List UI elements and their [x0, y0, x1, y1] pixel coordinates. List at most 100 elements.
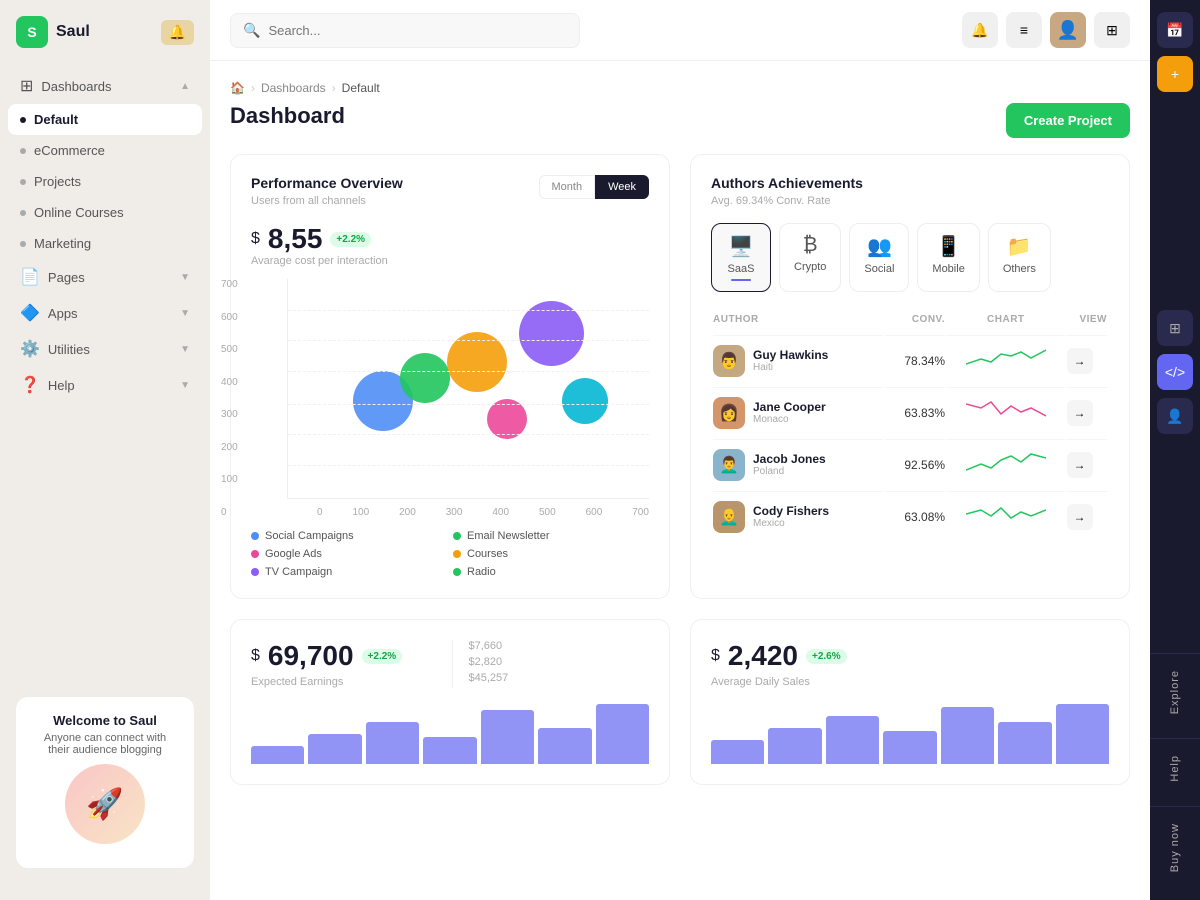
sidebar-item-projects[interactable]: Projects — [8, 166, 202, 197]
col-author: AUTHOR — [713, 310, 883, 333]
tab-saas[interactable]: 🖥️ SaaS — [711, 223, 771, 292]
sidebar-item-label: Help — [48, 378, 75, 393]
sidebar-item-utilities[interactable]: ⚙️ Utilities ▼ — [8, 331, 202, 367]
sidebar-item-pages[interactable]: 📄 Pages ▼ — [8, 259, 202, 295]
author-conv-2: 63.83% — [885, 387, 945, 437]
daily-bar-3 — [826, 716, 879, 764]
month-toggle[interactable]: Month — [539, 175, 596, 199]
chart-container: 7006005004003002001000 — [251, 279, 649, 518]
explore-section: Explore — [1150, 653, 1200, 730]
chevron-icon: ▼ — [180, 344, 190, 355]
dot-icon — [20, 148, 26, 154]
author-conv-1: 78.34% — [885, 335, 945, 385]
sidebar-item-label: Pages — [48, 270, 85, 285]
chevron-icon: ▼ — [180, 308, 190, 319]
week-toggle[interactable]: Week — [595, 175, 649, 199]
topbar-right: 🔔 ≡ 👤 ⊞ — [962, 12, 1130, 48]
view-button-2[interactable]: → — [1067, 400, 1093, 426]
bubble-5 — [519, 301, 584, 366]
back-button[interactable]: 🔔 — [161, 20, 194, 45]
author-avatar-2: 👩 — [713, 397, 745, 429]
create-project-button[interactable]: Create Project — [1006, 103, 1130, 138]
mini-chart-4 — [966, 500, 1046, 530]
brand-name: Saul — [56, 23, 90, 41]
home-icon: 🏠 — [230, 81, 245, 95]
legend-radio: Radio — [453, 566, 649, 578]
sidebar-item-online-courses[interactable]: Online Courses — [8, 197, 202, 228]
author-avatar-1: 👨 — [713, 345, 745, 377]
author-avatar-4: 👨‍🦲 — [713, 501, 745, 533]
author-country-1: Haiti — [753, 362, 828, 373]
dot-icon — [20, 241, 26, 247]
grid-button[interactable]: ⊞ — [1094, 12, 1130, 48]
y-axis: 7006005004003002001000 — [221, 279, 238, 518]
tab-crypto[interactable]: ₿ Crypto — [779, 223, 841, 292]
notifications-button[interactable]: 🔔 — [962, 12, 998, 48]
author-row-3: 👨‍🦱 Jacob Jones Poland 92.56% — [713, 439, 1107, 489]
mobile-icon: 📱 — [936, 234, 961, 259]
sidebar-item-ecommerce[interactable]: eCommerce — [8, 135, 202, 166]
view-button-3[interactable]: → — [1067, 452, 1093, 478]
author-row-1: 👨 Guy Hawkins Haiti 78.34% — [713, 335, 1107, 385]
breadcrumb-dashboards[interactable]: Dashboards — [261, 81, 326, 95]
search-input[interactable] — [268, 23, 567, 38]
daily-sales-card: $ 2,420 +2.6% Average Daily Sales — [690, 619, 1130, 785]
bar-5 — [481, 710, 534, 764]
author-conv-3: 92.56% — [885, 439, 945, 489]
authors-card: Authors Achievements Avg. 69.34% Conv. R… — [690, 154, 1130, 599]
mini-chart-1 — [966, 344, 1046, 374]
tab-social[interactable]: 👥 Social — [849, 223, 909, 292]
bar-7 — [596, 704, 649, 764]
sidebar-item-apps[interactable]: 🔷 Apps ▼ — [8, 295, 202, 331]
panel-add-button[interactable]: + — [1157, 56, 1193, 92]
panel-code-button[interactable]: </> — [1157, 354, 1193, 390]
col-conv: CONV. — [885, 310, 945, 333]
help-section: Help — [1150, 738, 1200, 798]
avatar[interactable]: 👤 — [1050, 12, 1086, 48]
search-icon: 🔍 — [243, 22, 260, 39]
author-tabs: 🖥️ SaaS ₿ Crypto 👥 Social 📱 — [711, 223, 1109, 292]
legend-dot — [251, 532, 259, 540]
legend-social: Social Campaigns — [251, 530, 447, 542]
panel-user-button[interactable]: 👤 — [1157, 398, 1193, 434]
author-row-4: 👨‍🦲 Cody Fishers Mexico 63.08% — [713, 491, 1107, 541]
tab-mobile[interactable]: 📱 Mobile — [917, 223, 979, 292]
help-icon: ❓ — [20, 375, 40, 395]
view-button-4[interactable]: → — [1067, 504, 1093, 530]
daily-bar-4 — [883, 731, 936, 764]
sidebar: S Saul 🔔 ⊞ Dashboards ▲ Default eCommerc… — [0, 0, 210, 900]
authors-title: Authors Achievements — [711, 175, 1109, 191]
daily-bar-6 — [998, 722, 1051, 764]
sidebar-item-label: Projects — [34, 174, 81, 189]
sidebar-item-label: eCommerce — [34, 143, 105, 158]
dashboards-icon: ⊞ — [20, 76, 33, 96]
daily-sales-badge: +2.6% — [806, 649, 847, 664]
col-chart: CHART — [947, 310, 1064, 333]
sidebar-item-label: Online Courses — [34, 205, 124, 220]
sidebar-item-dashboards[interactable]: ⊞ Dashboards ▲ — [8, 68, 202, 104]
sidebar-item-help[interactable]: ❓ Help ▼ — [8, 367, 202, 403]
search-box[interactable]: 🔍 — [230, 13, 580, 48]
col-view: VIEW — [1067, 310, 1107, 333]
daily-sales-value: $ 2,420 +2.6% — [711, 640, 1109, 672]
chevron-icon: ▼ — [180, 380, 190, 391]
daily-bar-5 — [941, 707, 994, 764]
menu-button[interactable]: ≡ — [1006, 12, 1042, 48]
performance-card: Performance Overview Users from all chan… — [230, 154, 670, 599]
panel-calendar-button[interactable]: 📅 — [1157, 12, 1193, 48]
topbar: 🔍 🔔 ≡ 👤 ⊞ — [210, 0, 1150, 61]
author-name-2: Jane Cooper — [753, 400, 826, 414]
sidebar-item-default[interactable]: Default — [8, 104, 202, 135]
daily-bar-7 — [1056, 704, 1109, 764]
tab-others[interactable]: 📁 Others — [988, 223, 1051, 292]
sidebar-nav: ⊞ Dashboards ▲ Default eCommerce Project… — [0, 64, 210, 681]
panel-grid-button[interactable]: ⊞ — [1157, 310, 1193, 346]
author-country-2: Monaco — [753, 414, 826, 425]
view-button-1[interactable]: → — [1067, 348, 1093, 374]
daily-bar-chart — [711, 704, 1109, 764]
sidebar-item-marketing[interactable]: Marketing — [8, 228, 202, 259]
sidebar-footer: Welcome to Saul Anyone can connect with … — [0, 681, 210, 884]
bar-1 — [251, 746, 304, 764]
bar-3 — [366, 722, 419, 764]
sidebar-item-label: Utilities — [48, 342, 90, 357]
